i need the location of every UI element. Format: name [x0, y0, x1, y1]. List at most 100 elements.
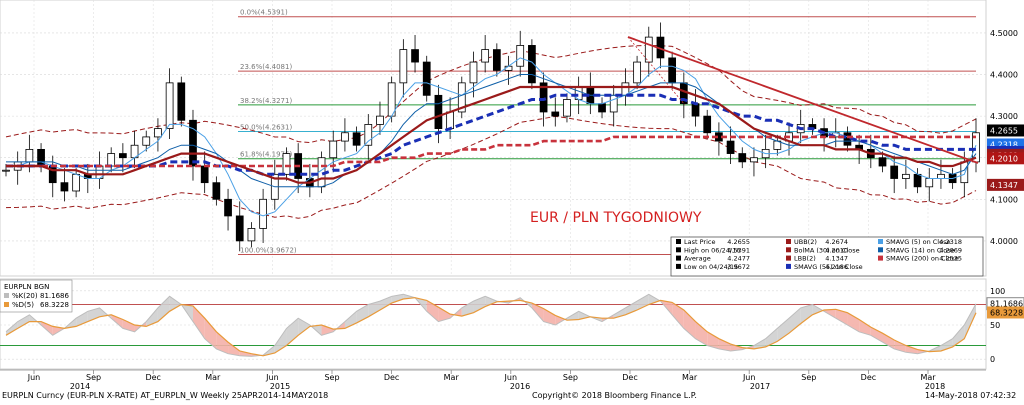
legend-swatch [786, 263, 791, 269]
year-label: 2018 [925, 382, 945, 391]
candle-body [668, 57, 677, 84]
candle-body [119, 153, 127, 159]
month-label: Mar [444, 373, 460, 382]
legend-value: 4.5391 [727, 246, 750, 254]
candle-body [446, 111, 454, 130]
chart-root: 0.0%(4.5391) 23.6%(4.4081) 38.2%(4.3271) 50… [0, 0, 1024, 401]
price-tag-label: 4.2010 [990, 154, 1018, 163]
legend-swatch [676, 263, 681, 269]
candle-body [878, 157, 887, 167]
month-label: Jun [504, 373, 518, 382]
candle-body [434, 94, 443, 130]
legend-swatch [786, 255, 791, 261]
legend-swatch [676, 255, 681, 261]
candle-body [726, 140, 735, 154]
month-label: Sep [801, 373, 816, 382]
month-label: Dec [622, 373, 637, 382]
candle-body [469, 61, 478, 84]
legend-value: 4.1347 [825, 255, 848, 263]
legend-value: 4.2655 [727, 238, 750, 246]
candle-body [516, 45, 525, 67]
y-tick-label: 4.1000 [990, 195, 1018, 204]
candle-body [913, 173, 922, 188]
chart-title: EUR / PLN TYGODNIOWY [530, 210, 702, 226]
candle-body [200, 165, 209, 184]
candle-body [960, 161, 969, 184]
candle-body [189, 119, 197, 167]
candle-body [902, 173, 910, 179]
candle-body [107, 153, 116, 167]
oscillator-tags: 81.168668.3228 [986, 297, 1024, 319]
price-tag-label: 4.1347 [990, 181, 1018, 190]
oscillator-title: EURPLN BGN [4, 283, 49, 291]
legend-value: 4.2674 [825, 238, 848, 246]
month-label: Mar [205, 373, 221, 382]
fib-label: 100.0%(3.9672) [240, 247, 297, 255]
footer-source: EURPLN Curncy (EUR-PLN X-RATE) AT_EURPLN… [2, 391, 328, 400]
month-label: Dec [861, 373, 876, 382]
legend-label: Last Price [684, 238, 715, 246]
month-label: Jun [265, 373, 279, 382]
candle-body [399, 49, 408, 84]
k-label: %K(20) [12, 292, 38, 300]
candle-body [376, 115, 384, 125]
candle-body [352, 132, 361, 146]
candle-body [551, 111, 560, 117]
legend-value: 4.2069 [939, 246, 962, 254]
candle-body [341, 132, 349, 142]
candle-body [235, 215, 244, 242]
osc-tick-label: 0 [990, 355, 995, 364]
candle-body [165, 82, 174, 130]
candle-body [2, 169, 10, 172]
legend-value: 4.2477 [727, 255, 750, 263]
candle-body [703, 115, 712, 134]
candle-body [937, 173, 945, 179]
d-swatch [4, 302, 9, 307]
fib-label: 23.6%(4.4081) [240, 63, 292, 71]
candle-body [598, 103, 606, 113]
candle-body [750, 157, 758, 163]
fib-label: 0.0%(4.5391) [240, 9, 288, 17]
candle-body [72, 173, 80, 192]
candle-body [154, 128, 162, 138]
osc-tick-label: 100 [990, 287, 1005, 296]
fib-label: 38.2%(4.3271) [240, 97, 292, 105]
footer-copyright: Copyright© 2018 Bloomberg Finance L.P. [532, 391, 697, 400]
candle-body [563, 99, 571, 117]
legend-swatch [786, 247, 791, 253]
k-swatch [4, 293, 9, 298]
d-label: %D(5) [12, 301, 34, 309]
candle-body [212, 182, 221, 200]
month-label: Mar [682, 373, 698, 382]
y-tick-label: 4.0000 [990, 237, 1018, 246]
month-label: Sep [86, 373, 101, 382]
k-value: 81.1686 [40, 292, 69, 300]
candle-body [691, 103, 700, 117]
osc-tick-label: 50 [990, 321, 1000, 330]
candle-body [481, 49, 490, 63]
legend-value: 4.2535 [939, 255, 962, 263]
eurpln-chart: 0.0%(4.5391) 23.6%(4.4081) 38.2%(4.3271) 50… [0, 0, 1024, 401]
month-label: Jun [742, 373, 756, 382]
candle-body [259, 198, 267, 229]
candle-body [890, 165, 899, 179]
month-label: Dec [145, 373, 160, 382]
fib-label: 50.0%(4.2631) [240, 123, 292, 131]
legend-value: 4.2010 [825, 246, 848, 254]
year-label: 2014 [70, 382, 90, 391]
month-label: Sep [324, 373, 339, 382]
candle-body [738, 153, 747, 163]
y-tick-label: 4.3000 [990, 112, 1018, 121]
y-tick-label: 4.4000 [990, 71, 1018, 80]
legend-value: 4.2186 [825, 263, 848, 271]
legend-label: UBB(2) [794, 238, 817, 246]
month-label: Mar [920, 373, 936, 382]
legend-label: Average [684, 255, 711, 263]
month-label: Dec [384, 373, 399, 382]
candle-body [633, 61, 641, 84]
candle-body [177, 82, 186, 121]
candle-body [142, 136, 151, 146]
legend-label: LBB(2) [794, 255, 816, 263]
month-label: Jun [27, 373, 41, 382]
year-label: 2015 [270, 382, 290, 391]
